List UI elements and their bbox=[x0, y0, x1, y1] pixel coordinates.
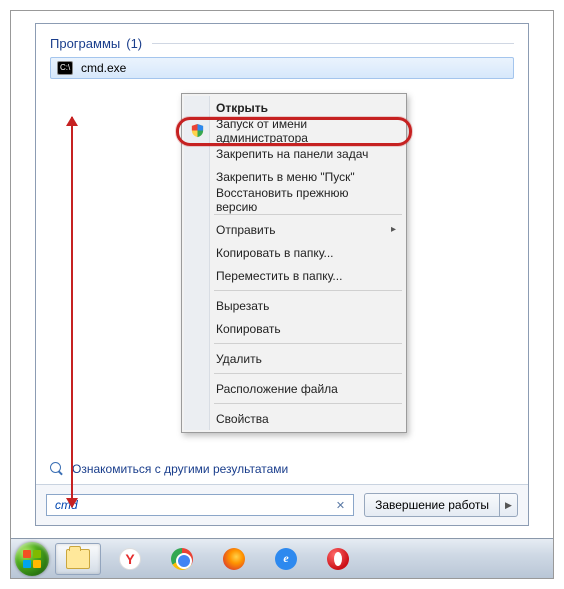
divider bbox=[214, 403, 402, 404]
taskbar: Y e bbox=[11, 538, 553, 578]
search-icon bbox=[50, 462, 64, 476]
taskbar-firefox[interactable] bbox=[211, 543, 257, 575]
results-group-header: Программы (1) bbox=[50, 36, 514, 51]
context-menu: Открыть Запуск от имени администратора З… bbox=[181, 93, 407, 433]
ctx-pin-taskbar-label: Закрепить на панели задач bbox=[216, 147, 368, 161]
ctx-move-to-folder-label: Переместить в папку... bbox=[216, 269, 342, 283]
ctx-delete-label: Удалить bbox=[216, 352, 262, 366]
ctx-cut[interactable]: Вырезать bbox=[184, 294, 404, 317]
start-button[interactable] bbox=[15, 542, 49, 576]
divider bbox=[214, 373, 402, 374]
start-menu-search-box[interactable]: ✕ bbox=[46, 494, 354, 516]
divider bbox=[214, 343, 402, 344]
group-count: (1) bbox=[126, 36, 142, 51]
ctx-send-to[interactable]: Отправить bbox=[184, 218, 404, 241]
cmd-exe-icon: C:\ bbox=[57, 61, 73, 75]
divider bbox=[152, 43, 514, 44]
windows-logo-icon bbox=[23, 550, 41, 568]
ctx-copy-to-folder[interactable]: Копировать в папку... bbox=[184, 241, 404, 264]
ctx-send-to-label: Отправить bbox=[216, 223, 276, 237]
taskbar-explorer[interactable] bbox=[55, 543, 101, 575]
shutdown-button[interactable]: Завершение работы ▶ bbox=[364, 493, 518, 517]
shutdown-label: Завершение работы bbox=[365, 498, 499, 512]
ctx-pin-startmenu-label: Закрепить в меню "Пуск" bbox=[216, 170, 355, 184]
taskbar-chrome[interactable] bbox=[159, 543, 205, 575]
screenshot-frame: Программы (1) C:\ cmd.exe Ознакомиться с… bbox=[10, 10, 554, 579]
ctx-cut-label: Вырезать bbox=[216, 299, 269, 313]
ctx-move-to-folder[interactable]: Переместить в папку... bbox=[184, 264, 404, 287]
annotation-arrow bbox=[71, 117, 73, 507]
taskbar-opera[interactable] bbox=[315, 543, 361, 575]
ctx-delete[interactable]: Удалить bbox=[184, 347, 404, 370]
divider bbox=[214, 214, 402, 215]
clear-search-icon[interactable]: ✕ bbox=[332, 499, 349, 512]
ctx-open-file-location-label: Расположение файла bbox=[216, 382, 338, 396]
panel-footer: ✕ Завершение работы ▶ bbox=[36, 484, 528, 525]
shutdown-options-chevron[interactable]: ▶ bbox=[499, 494, 517, 516]
ctx-restore-previous-label: Восстановить прежнюю версию bbox=[216, 186, 382, 214]
ctx-run-as-admin[interactable]: Запуск от имени администратора bbox=[184, 119, 404, 142]
group-label: Программы bbox=[50, 36, 120, 51]
yandex-icon: Y bbox=[119, 548, 141, 570]
more-results-label: Ознакомиться с другими результатами bbox=[72, 462, 288, 476]
opera-icon bbox=[327, 548, 349, 570]
ctx-pin-taskbar[interactable]: Закрепить на панели задач bbox=[184, 142, 404, 165]
taskbar-yandex-browser[interactable]: Y bbox=[107, 543, 153, 575]
ctx-restore-previous[interactable]: Восстановить прежнюю версию bbox=[184, 188, 404, 211]
ctx-open-label: Открыть bbox=[216, 101, 268, 115]
search-result-cmd[interactable]: C:\ cmd.exe bbox=[50, 57, 514, 79]
chrome-icon bbox=[171, 548, 193, 570]
ctx-copy[interactable]: Копировать bbox=[184, 317, 404, 340]
ctx-copy-to-folder-label: Копировать в папку... bbox=[216, 246, 334, 260]
divider bbox=[214, 290, 402, 291]
file-explorer-icon bbox=[66, 549, 90, 569]
ctx-copy-label: Копировать bbox=[216, 322, 281, 336]
ctx-open-file-location[interactable]: Расположение файла bbox=[184, 377, 404, 400]
uac-shield-icon bbox=[190, 123, 205, 139]
taskbar-internet-explorer[interactable]: e bbox=[263, 543, 309, 575]
ctx-properties[interactable]: Свойства bbox=[184, 407, 404, 430]
ie-icon: e bbox=[275, 548, 297, 570]
result-label: cmd.exe bbox=[81, 61, 126, 75]
see-more-results-link[interactable]: Ознакомиться с другими результатами bbox=[50, 462, 288, 476]
search-input[interactable] bbox=[51, 498, 332, 512]
ctx-run-as-admin-label: Запуск от имени администратора bbox=[216, 117, 382, 145]
ctx-properties-label: Свойства bbox=[216, 412, 269, 426]
firefox-icon bbox=[223, 548, 245, 570]
